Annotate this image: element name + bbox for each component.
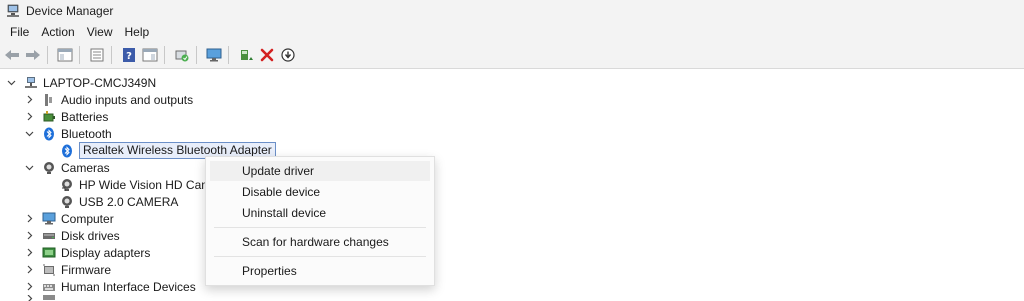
device-icon: [42, 295, 56, 301]
tree-item-label: Display adapters: [61, 245, 151, 260]
update-driver-icon[interactable]: [237, 46, 255, 64]
display-adapter-icon: [42, 246, 56, 260]
hid-icon: [42, 280, 56, 294]
camera-icon: [42, 161, 56, 175]
menu-view[interactable]: View: [81, 25, 119, 39]
context-menu-separator: [214, 227, 426, 228]
chevron-right-icon[interactable]: [24, 112, 34, 122]
context-menu-item-label: Disable device: [242, 185, 321, 199]
title-bar: Device Manager: [0, 0, 1024, 22]
context-menu-disable-device[interactable]: Disable device: [210, 182, 430, 202]
context-menu-properties[interactable]: Properties: [210, 261, 430, 281]
window-title: Device Manager: [26, 4, 114, 18]
disable-device-icon[interactable]: [279, 46, 297, 64]
context-menu-item-label: Properties: [242, 264, 297, 278]
context-menu: Update driver Disable device Uninstall d…: [205, 156, 435, 286]
firmware-icon: [42, 263, 56, 277]
context-menu-item-label: Scan for hardware changes: [242, 235, 389, 249]
tree-item-label: Computer: [61, 211, 114, 226]
tree-item-usb-camera[interactable]: USB 2.0 CAMERA: [60, 193, 178, 210]
computer-network-icon: [24, 76, 38, 90]
tree-item-batteries[interactable]: Batteries: [24, 108, 108, 125]
bluetooth-icon: [42, 127, 56, 141]
bluetooth-icon: [60, 144, 74, 158]
tree-item-label: Firmware: [61, 262, 111, 277]
chevron-right-icon[interactable]: [24, 231, 34, 241]
show-hide-console-tree-icon[interactable]: [56, 46, 74, 64]
chevron-right-icon[interactable]: [24, 214, 34, 224]
menu-file[interactable]: File: [4, 25, 35, 39]
camera-icon: [60, 178, 74, 192]
monitor-icon: [42, 212, 56, 226]
tree-item-bluetooth[interactable]: Bluetooth: [24, 125, 112, 142]
tree-item-label: Human Interface Devices: [61, 279, 196, 294]
tree-item-label: HP Wide Vision HD Came: [79, 177, 218, 192]
chevron-down-icon[interactable]: [24, 129, 34, 139]
properties-icon[interactable]: [88, 46, 106, 64]
context-menu-item-label: Uninstall device: [242, 206, 327, 220]
tree-item-label: Cameras: [61, 160, 110, 175]
toolbar-separator: [47, 46, 48, 64]
chevron-down-icon[interactable]: [24, 163, 34, 173]
device-tree: LAPTOP-CMCJ349N Audio inputs and outputs…: [0, 69, 1024, 301]
tree-item-label: Bluetooth: [61, 126, 112, 141]
forward-arrow-icon[interactable]: [24, 46, 42, 64]
device-manager-window: Device Manager File Action View Help ? L…: [0, 0, 1024, 301]
tree-item-disk-drives[interactable]: Disk drives: [24, 227, 120, 244]
chevron-down-icon[interactable]: [6, 78, 16, 88]
menu-help[interactable]: Help: [119, 25, 156, 39]
chevron-right-icon[interactable]: [24, 95, 34, 105]
tree-item-human-interface-devices[interactable]: Human Interface Devices: [24, 278, 196, 295]
chevron-right-icon: [24, 295, 34, 301]
svg-text:?: ?: [126, 51, 132, 62]
chevron-right-icon[interactable]: [24, 265, 34, 275]
toolbar-separator: [228, 46, 229, 64]
back-arrow-icon[interactable]: [3, 46, 21, 64]
scan-hardware-icon[interactable]: [173, 46, 191, 64]
tree-item-cutoff: [24, 295, 61, 301]
context-menu-uninstall-device[interactable]: Uninstall device: [210, 203, 430, 223]
chevron-right-icon[interactable]: [24, 282, 34, 292]
toolbar-separator: [111, 46, 112, 64]
tree-root[interactable]: LAPTOP-CMCJ349N: [6, 74, 156, 91]
tree-item-firmware[interactable]: Firmware: [24, 261, 111, 278]
details-pane-icon[interactable]: [141, 46, 159, 64]
help-icon[interactable]: ?: [120, 46, 138, 64]
toolbar-separator: [164, 46, 165, 64]
device-manager-app-icon: [7, 4, 19, 17]
tree-root-label: LAPTOP-CMCJ349N: [43, 75, 157, 90]
speaker-icon: [42, 93, 56, 107]
chevron-right-icon[interactable]: [24, 248, 34, 258]
camera-icon: [60, 195, 74, 209]
tree-item-cameras[interactable]: Cameras: [24, 159, 110, 176]
tree-item-hp-camera[interactable]: HP Wide Vision HD Came: [60, 176, 218, 193]
tree-item-display-adapters[interactable]: Display adapters: [24, 244, 150, 261]
context-menu-separator: [214, 256, 426, 257]
disk-drive-icon: [42, 229, 56, 243]
toolbar: ?: [0, 42, 1024, 69]
battery-icon: [42, 110, 56, 124]
tree-item-label: USB 2.0 CAMERA: [79, 194, 179, 209]
toolbar-separator: [79, 46, 80, 64]
tree-item-computer[interactable]: Computer: [24, 210, 114, 227]
tree-item-label: Disk drives: [61, 228, 120, 243]
context-menu-scan-hardware[interactable]: Scan for hardware changes: [210, 232, 430, 252]
context-menu-item-label: Update driver: [242, 164, 315, 178]
tree-item-label: Audio inputs and outputs: [61, 92, 194, 107]
tree-item-audio[interactable]: Audio inputs and outputs: [24, 91, 193, 108]
menu-action[interactable]: Action: [35, 25, 80, 39]
menu-bar: File Action View Help: [0, 22, 1024, 42]
tree-item-label: Batteries: [61, 109, 109, 124]
toolbar-separator: [196, 46, 197, 64]
monitor-icon[interactable]: [205, 46, 223, 64]
context-menu-update-driver[interactable]: Update driver: [210, 161, 430, 181]
uninstall-device-icon[interactable]: [258, 46, 276, 64]
